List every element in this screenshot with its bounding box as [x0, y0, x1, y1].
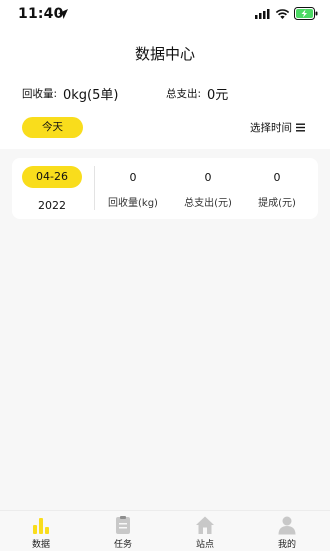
expense-label: 总支出(元) [184, 198, 232, 209]
home-icon [196, 516, 214, 534]
date-badge: 04-26 [22, 166, 82, 188]
tab-mine[interactable]: 我的 [246, 511, 328, 551]
clipboard-icon [116, 516, 130, 534]
divider [94, 166, 95, 210]
tab-stations-label: 站点 [195, 540, 214, 550]
tab-tasks-label: 任务 [113, 540, 132, 550]
location-arrow-icon [58, 9, 68, 19]
expense-summary-value: 0元 [207, 88, 229, 103]
select-time-button[interactable]: 选择时间 [250, 120, 292, 135]
wifi-icon [275, 9, 290, 19]
battery-charging-icon [294, 7, 318, 20]
recycle-summary-value: 0kg(5单) [63, 88, 119, 103]
tab-data-label: 数据 [31, 540, 50, 550]
today-button[interactable]: 今天 [22, 117, 83, 138]
tab-tasks[interactable]: 任务 [82, 511, 164, 551]
tab-mine-label: 我的 [277, 540, 296, 550]
menu-icon[interactable] [296, 123, 305, 132]
signal-icon [255, 9, 270, 19]
expense-summary-label: 总支出: [166, 88, 202, 100]
recycle-kg-value: 0 [129, 171, 137, 184]
bar-chart-icon [33, 518, 49, 534]
recycle-summary-label: 回收量: [22, 88, 58, 100]
tab-data[interactable]: 数据 [0, 511, 82, 551]
status-bar: 11:40 [0, 0, 330, 30]
page-title: 数据中心 [134, 45, 195, 63]
year-label: 2022 [38, 199, 66, 212]
bottom-tab-bar: 数据 任务 站点 我的 [0, 510, 330, 551]
expense-value: 0 [204, 171, 212, 184]
daily-record-card[interactable]: 04-26 2022 0 回收量(kg) 0 总支出(元) 0 提成(元) [12, 158, 318, 219]
commission-label: 提成(元) [258, 198, 296, 209]
recycle-kg-label: 回收量(kg) [108, 198, 158, 209]
user-icon [278, 516, 296, 535]
tab-stations[interactable]: 站点 [164, 511, 246, 551]
commission-value: 0 [273, 171, 281, 184]
